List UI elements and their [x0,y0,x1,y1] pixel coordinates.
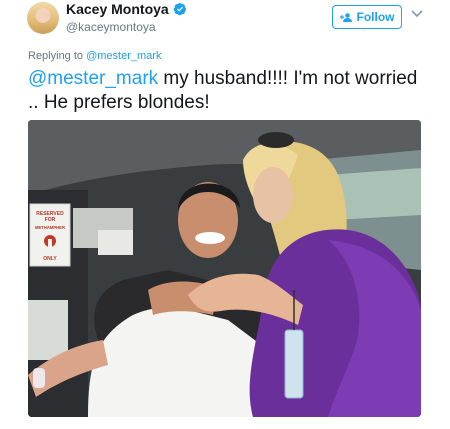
author-name-row[interactable]: Kacey Montoya [66,0,187,18]
replying-to: Replying to @mester_mark [28,50,161,62]
tweet-text: @mester_mark my husband!!!! I'm not worr… [28,67,423,115]
chevron-down-icon[interactable] [411,10,423,18]
author-display-name[interactable]: Kacey Montoya [66,0,169,18]
sign-line-2: FOR [45,217,56,223]
tweet-card: Kacey Montoya @kaceymontoya Follow Reply… [0,0,450,429]
add-user-icon [339,12,352,22]
reserved-sign: RESERVED FOR METHAMPHER ONLY [29,203,71,267]
follow-button-label: Follow [356,10,395,24]
author-handle[interactable]: @kaceymontoya [66,19,187,35]
replying-to-link[interactable]: @mester_mark [86,50,161,62]
sign-line-3: METHAMPHER [35,225,65,230]
tweet-photo[interactable]: RESERVED FOR METHAMPHER ONLY [28,120,421,417]
profile-avatar[interactable] [27,2,59,34]
follow-button[interactable]: Follow [332,5,402,29]
photo-scene: RESERVED FOR METHAMPHER ONLY [28,120,421,417]
sign-line-4: ONLY [43,256,57,262]
tweet-mention-link[interactable]: @mester_mark [28,68,158,89]
verified-badge-icon [173,3,186,16]
replying-to-prefix: Replying to [28,50,87,62]
author-block[interactable]: Kacey Montoya @kaceymontoya [66,0,187,35]
